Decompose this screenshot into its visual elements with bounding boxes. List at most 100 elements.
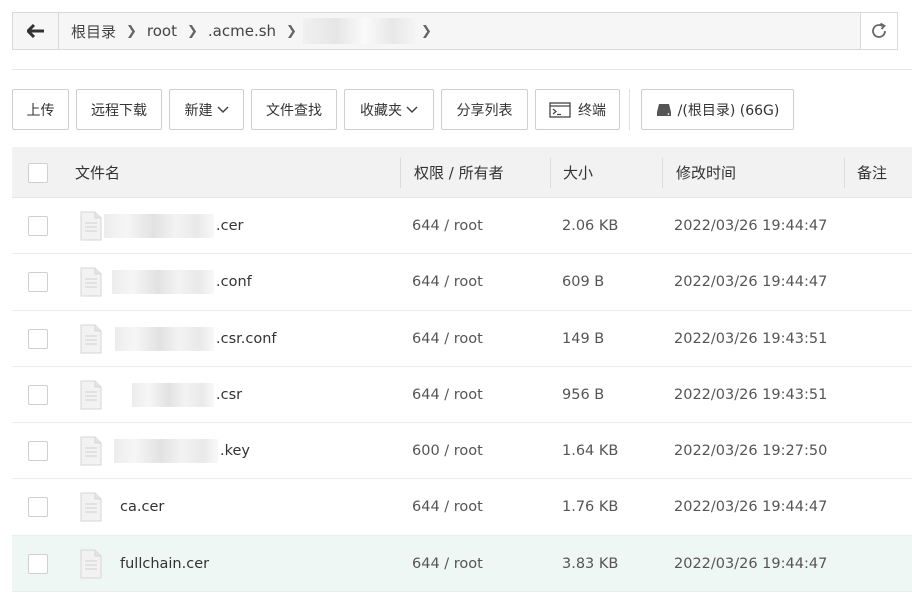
redacted-name — [132, 382, 214, 407]
table-row[interactable]: .cer 644 / root 2.06 KB 2022/03/26 19:44… — [12, 198, 912, 255]
file-icon — [80, 492, 102, 522]
favorites-dropdown-button[interactable]: 收藏夹 — [344, 89, 434, 130]
share-list-button[interactable]: 分享列表 — [441, 89, 528, 130]
row-checkbox[interactable] — [28, 216, 48, 236]
row-checkbox[interactable] — [28, 272, 48, 293]
file-name[interactable]: .cer — [104, 198, 243, 254]
file-mtime: 2022/03/26 19:44:47 — [674, 274, 828, 291]
file-size: 1.76 KB — [562, 499, 619, 516]
file-permission[interactable]: 644 / root — [412, 536, 483, 592]
redacted-name — [112, 270, 214, 295]
table-body: .cer 644 / root 2.06 KB 2022/03/26 19:44… — [12, 198, 912, 593]
file-name[interactable]: .conf — [112, 254, 252, 310]
file-permission[interactable]: 600 / root — [412, 423, 483, 479]
header-size[interactable]: 大小 — [563, 147, 593, 198]
file-size: 609 B — [562, 274, 605, 291]
file-name-suffix: .cer — [216, 218, 244, 234]
file-name-suffix: .csr — [216, 386, 243, 403]
file-name-suffix: .conf — [216, 274, 252, 291]
file-size: 3.83 KB — [562, 555, 619, 572]
file-size: 1.64 KB — [562, 443, 619, 460]
file-icon — [80, 436, 102, 466]
arrow-left-icon — [26, 24, 44, 38]
file-name[interactable]: .csr.conf — [115, 311, 277, 367]
file-name[interactable]: .csr — [132, 367, 242, 423]
file-icon — [80, 211, 102, 241]
file-icon — [80, 549, 102, 579]
row-checkbox[interactable] — [28, 497, 48, 518]
file-name-suffix: .csr.conf — [216, 330, 277, 347]
file-mtime: 2022/03/26 19:44:47 — [674, 499, 828, 516]
file-permission[interactable]: 644 / root — [412, 198, 483, 254]
file-permission[interactable]: 644 / root — [412, 254, 483, 310]
file-size: 2.06 KB — [562, 218, 619, 234]
chevron-right-icon: ❯ — [286, 23, 297, 39]
file-mtime: 2022/03/26 19:44:47 — [674, 218, 828, 234]
file-icon — [80, 267, 102, 297]
upload-label: 上传 — [26, 102, 55, 119]
header-filename[interactable]: 文件名 — [75, 147, 120, 198]
file-mtime: 2022/03/26 19:44:47 — [674, 555, 828, 572]
disk-icon — [656, 103, 671, 116]
row-checkbox[interactable] — [28, 328, 48, 349]
file-name[interactable]: .key — [114, 423, 250, 479]
row-checkbox[interactable] — [28, 553, 48, 574]
file-search-button[interactable]: 文件查找 — [251, 89, 337, 130]
back-button[interactable] — [13, 13, 59, 49]
file-name[interactable]: ca.cer — [120, 479, 164, 535]
table-row[interactable]: ca.cer 644 / root 1.76 KB 2022/03/26 19:… — [12, 479, 912, 536]
divider — [12, 69, 912, 70]
redacted-name — [104, 214, 214, 238]
header-mtime[interactable]: 修改时间 — [676, 147, 736, 198]
file-table: 文件名 权限 / 所有者 大小 修改时间 备注 .cer 644 / root … — [12, 147, 912, 593]
table-row[interactable]: .key 600 / root 1.64 KB 2022/03/26 19:27… — [12, 423, 912, 480]
header-note: 备注 — [857, 164, 888, 182]
refresh-button[interactable] — [860, 13, 897, 49]
breadcrumb-item-redacted[interactable] — [302, 18, 415, 44]
address-bar: 根目录 ❯ root ❯ .acme.sh ❯ ❯ — [12, 12, 898, 50]
breadcrumb-item-acme[interactable]: .acme.sh — [204, 22, 280, 40]
file-mtime: 2022/03/26 19:43:51 — [674, 330, 828, 347]
table-row[interactable]: .csr 644 / root 956 B 2022/03/26 19:43:5… — [12, 367, 912, 424]
row-checkbox[interactable] — [28, 384, 48, 405]
column-divider — [662, 158, 663, 188]
chevron-down-icon — [406, 105, 418, 113]
file-permission[interactable]: 644 / root — [412, 367, 483, 423]
file-permission[interactable]: 644 / root — [412, 311, 483, 367]
select-all-checkbox[interactable] — [28, 163, 48, 183]
table-row[interactable]: fullchain.cer 644 / root 3.83 KB 2022/03… — [12, 535, 912, 593]
disk-label: /(根目录) (66G) — [677, 102, 780, 119]
table-row[interactable]: .conf 644 / root 609 B 2022/03/26 19:44:… — [12, 254, 912, 311]
row-checkbox[interactable] — [28, 441, 48, 462]
breadcrumb-item-root[interactable]: root — [143, 22, 181, 40]
remote-download-button[interactable]: 远程下载 — [76, 89, 162, 130]
header-permission[interactable]: 权限 / 所有者 — [414, 147, 504, 198]
favorites-label: 收藏夹 — [360, 102, 402, 119]
chevron-right-icon: ❯ — [187, 23, 198, 39]
terminal-button[interactable]: 终端 — [535, 89, 620, 130]
terminal-icon — [549, 101, 571, 118]
new-label: 新建 — [184, 102, 213, 119]
upload-button[interactable]: 上传 — [12, 89, 69, 130]
file-permission[interactable]: 644 / root — [412, 479, 483, 535]
toolbar-divider — [629, 89, 630, 130]
share-list-label: 分享列表 — [456, 102, 513, 119]
file-mtime: 2022/03/26 19:27:50 — [674, 443, 828, 460]
breadcrumb: 根目录 ❯ root ❯ .acme.sh ❯ ❯ — [59, 13, 860, 49]
remote-download-label: 远程下载 — [91, 102, 147, 119]
file-name[interactable]: fullchain.cer — [120, 536, 209, 592]
file-size: 149 B — [562, 330, 605, 347]
file-icon — [80, 380, 102, 410]
column-divider — [400, 158, 401, 188]
file-name-suffix: .key — [220, 443, 250, 460]
file-icon — [80, 324, 102, 354]
chevron-right-icon: ❯ — [126, 23, 137, 39]
redacted-name — [115, 326, 214, 351]
table-header: 文件名 权限 / 所有者 大小 修改时间 备注 — [12, 147, 912, 198]
disk-button[interactable]: /(根目录) (66G) — [641, 89, 794, 130]
chevron-down-icon — [216, 105, 229, 113]
breadcrumb-item-root-dir[interactable]: 根目录 — [67, 21, 120, 42]
table-row[interactable]: .csr.conf 644 / root 149 B 2022/03/26 19… — [12, 311, 912, 367]
new-dropdown-button[interactable]: 新建 — [169, 89, 244, 130]
toolbar: 上传 远程下载 新建 文件查找 收藏夹 分享列表 终端 /(根目录) (66G) — [12, 89, 801, 130]
